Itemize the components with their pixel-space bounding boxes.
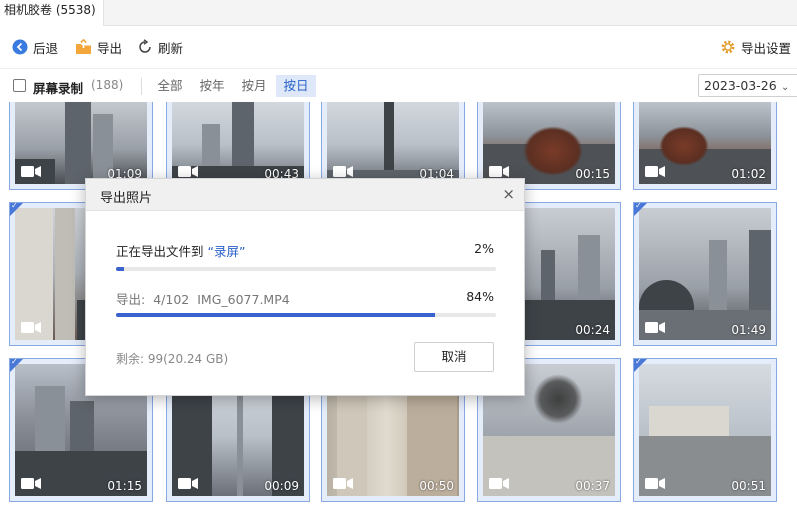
- remaining-items-text: 剩余: 99(20.24 GB): [116, 352, 229, 366]
- file-progress-fill: [116, 313, 436, 317]
- thumbnail-image: [639, 364, 771, 496]
- video-duration: 00:15: [575, 167, 610, 181]
- video-duration: 01:02: [731, 167, 766, 181]
- overall-progress-fill: [116, 267, 124, 271]
- date-value: 2023-03-26: [704, 78, 777, 93]
- video-duration: 01:15: [107, 479, 142, 493]
- video-thumbnail[interactable]: 00:15: [477, 102, 621, 190]
- refresh-icon: [139, 39, 151, 53]
- check-icon: ✓: [635, 357, 642, 366]
- video-camera-icon: [645, 166, 665, 177]
- video-camera-icon: [489, 166, 509, 177]
- check-icon: ✓: [11, 357, 18, 366]
- filter-bar: 屏幕录制 (188) 全部 按年 按月 按日 2023-03-26 ⌄: [0, 68, 797, 102]
- overall-progress-percent: 2%: [474, 241, 494, 256]
- filter-tab-all[interactable]: 全部: [152, 75, 188, 97]
- export-button[interactable]: 导出: [75, 36, 122, 58]
- check-icon: ✓: [635, 201, 642, 210]
- current-file-text: 导出: 4/102 IMG_6077.MP4: [116, 289, 290, 308]
- refresh-button-label: 刷新: [158, 40, 184, 56]
- video-duration: 00:09: [264, 479, 299, 493]
- tab-camera-roll[interactable]: 相机胶卷 (5538): [0, 0, 104, 26]
- close-icon[interactable]: ×: [502, 185, 515, 203]
- overall-progress-bar: [116, 267, 496, 271]
- back-button-label: 后退: [33, 40, 59, 56]
- back-button[interactable]: 后退: [12, 36, 58, 58]
- video-camera-icon: [333, 166, 353, 177]
- screen-record-label[interactable]: 屏幕录制: [33, 78, 83, 97]
- screen-record-checkbox[interactable]: [13, 79, 26, 92]
- video-camera-icon: [21, 478, 41, 489]
- back-arrow-icon: [12, 39, 28, 55]
- video-duration: 00:51: [731, 479, 766, 493]
- export-destination-text: 正在导出文件到 “录屏”: [116, 241, 245, 260]
- export-photos-dialog: 导出照片 × 正在导出文件到 “录屏” 2% 导出: 4/102 IMG_6077…: [85, 178, 525, 396]
- video-camera-icon: [21, 322, 41, 333]
- export-destination-prefix: 正在导出文件到: [116, 244, 204, 259]
- video-duration: 00:24: [575, 323, 610, 337]
- export-button-label: 导出: [97, 40, 123, 56]
- video-thumbnail[interactable]: 01:02: [633, 102, 777, 190]
- tab-bar: 相机胶卷 (5538): [0, 0, 797, 26]
- export-settings-label: 导出设置: [741, 40, 792, 56]
- cancel-button-label: 取消: [441, 349, 467, 364]
- video-camera-icon: [645, 478, 665, 489]
- current-file-count: 4/102: [153, 292, 190, 307]
- video-duration: 01:49: [731, 323, 766, 337]
- toolbar: 后退 导出 刷新 导出设置: [0, 26, 797, 68]
- dialog-title: 导出照片: [100, 191, 153, 206]
- export-destination-folder: “录屏”: [207, 244, 246, 259]
- screen-record-count: (188): [91, 78, 124, 92]
- video-camera-icon: [178, 166, 198, 177]
- date-picker[interactable]: 2023-03-26 ⌄: [698, 74, 797, 97]
- file-progress-bar: [116, 313, 496, 317]
- cancel-button[interactable]: 取消: [414, 342, 494, 372]
- video-duration: 00:50: [419, 479, 454, 493]
- filter-divider: [141, 78, 142, 95]
- chevron-down-icon: ⌄: [781, 82, 790, 93]
- tab-camera-roll-label: 相机胶卷 (5538): [4, 3, 96, 17]
- file-progress-percent: 84%: [466, 289, 494, 304]
- export-folder-icon: [76, 39, 91, 54]
- current-file-label: 导出:: [116, 292, 146, 307]
- dialog-header: 导出照片 ×: [86, 179, 524, 211]
- filter-tab-day[interactable]: 按日: [276, 75, 316, 97]
- check-icon: ✓: [11, 201, 18, 210]
- video-thumbnail[interactable]: ✓ 00:51: [633, 357, 777, 502]
- video-duration: 00:37: [575, 479, 610, 493]
- export-settings-button[interactable]: 导出设置: [720, 36, 791, 58]
- video-camera-icon: [333, 478, 353, 489]
- thumbnail-image: [639, 208, 771, 340]
- filter-tab-year[interactable]: 按年: [194, 75, 230, 97]
- video-thumbnail[interactable]: 00:43: [166, 102, 310, 190]
- photo-manager-window: 相机胶卷 (5538) 后退 导出 刷新 导出设置 屏幕录制 (188) 全部 …: [0, 0, 797, 513]
- video-thumbnail[interactable]: 01:04: [321, 102, 465, 190]
- video-camera-icon: [178, 478, 198, 489]
- video-thumbnail[interactable]: ✓ 01:49: [633, 201, 777, 346]
- video-camera-icon: [645, 322, 665, 333]
- filter-tab-month[interactable]: 按月: [236, 75, 272, 97]
- video-camera-icon: [21, 166, 41, 177]
- current-file-name: IMG_6077.MP4: [197, 292, 290, 307]
- gear-icon: [721, 40, 735, 54]
- refresh-button[interactable]: 刷新: [137, 36, 183, 58]
- video-camera-icon: [489, 478, 509, 489]
- video-thumbnail[interactable]: 01:09: [9, 102, 153, 190]
